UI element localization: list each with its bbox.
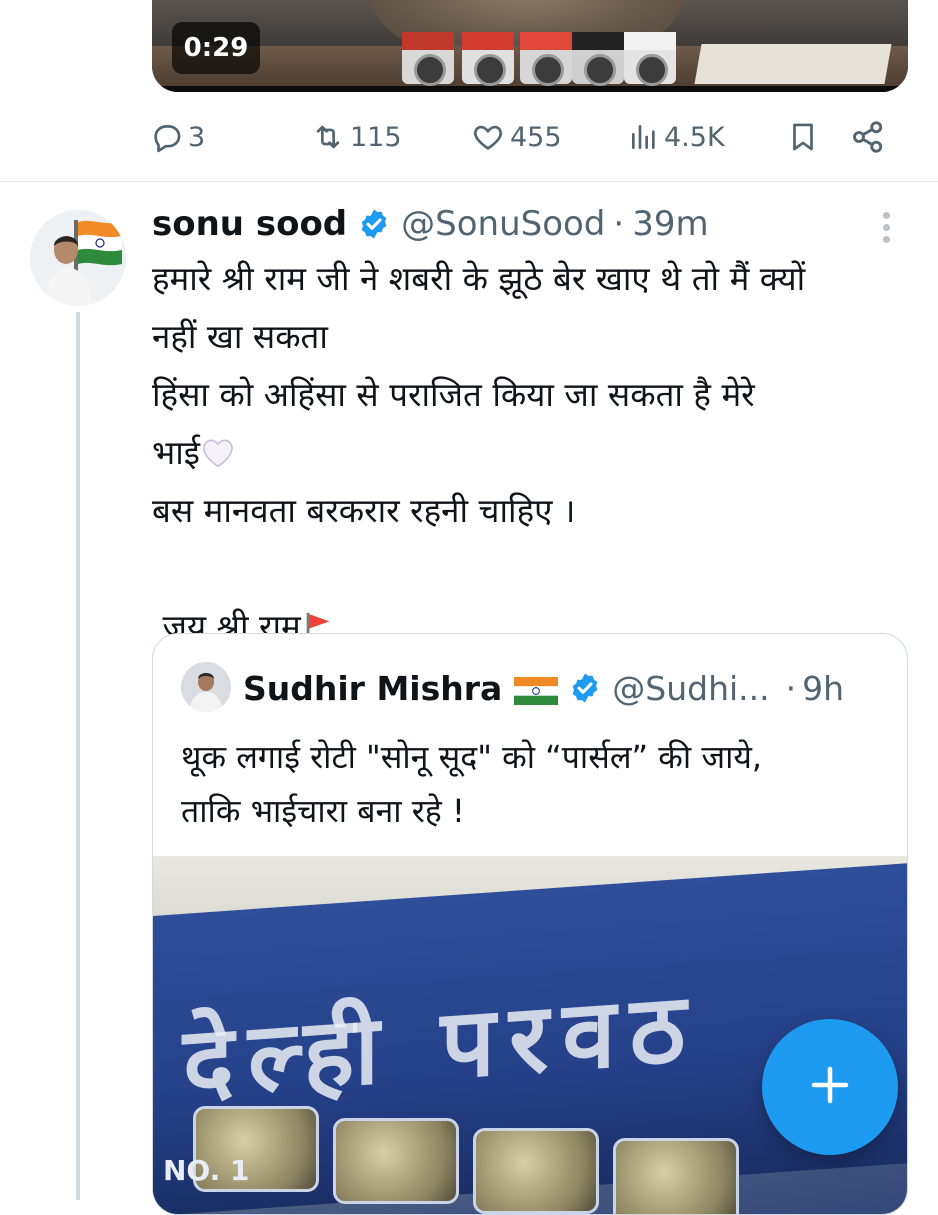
- separator-dot: ·: [785, 668, 797, 708]
- compose-button[interactable]: [762, 1019, 898, 1155]
- retweet-button[interactable]: 115: [310, 114, 402, 160]
- bookmark-icon: [786, 119, 820, 155]
- thread-line: [76, 312, 80, 1200]
- avatar[interactable]: [30, 210, 126, 306]
- microphone: [520, 32, 572, 86]
- microphone: [572, 32, 624, 86]
- media-food-picture: [333, 1118, 459, 1204]
- video-duration: 0:29: [172, 22, 260, 74]
- more-options-icon[interactable]: [872, 208, 900, 248]
- video-progress-bar[interactable]: [152, 86, 908, 92]
- heart-icon: [470, 120, 506, 154]
- quoted-line: ताकि भाईचारा बना रहे !: [181, 792, 465, 830]
- tweet-actions-bar: 3 115 455 4.5K: [150, 114, 910, 160]
- tweet-line: नहीं खा सकता: [152, 317, 328, 356]
- retweet-icon: [310, 120, 346, 154]
- tweet-header: sonu sood @SonuSood · 39m: [152, 198, 709, 250]
- retweet-count: 115: [350, 121, 402, 153]
- quoted-avatar[interactable]: [181, 662, 231, 712]
- views-count: 4.5K: [664, 121, 725, 153]
- quoted-timestamp: 9h: [802, 668, 845, 708]
- views-button[interactable]: 4.5K: [628, 114, 725, 160]
- quoted-header: Sudhir Mishra @Sudhi... · 9h: [243, 662, 844, 714]
- quoted-line: थूक लगाई रोटी "सोनू सूद" को “पार्सल” की …: [181, 738, 763, 776]
- bookmark-button[interactable]: [786, 114, 820, 160]
- quoted-author-name[interactable]: Sudhir Mishra: [243, 669, 502, 708]
- share-button[interactable]: [850, 114, 886, 160]
- avatar-image: [30, 210, 126, 306]
- like-button[interactable]: 455: [470, 114, 562, 160]
- tweet-line: हमारे श्री राम जी ने शबरी के झूठे बेर खा…: [152, 259, 806, 298]
- views-icon: [628, 120, 660, 154]
- tweet-line-with-emoji: भाई: [152, 424, 892, 482]
- separator-dot: ·: [613, 204, 625, 244]
- india-flag-icon: [514, 674, 559, 705]
- tweet-divider: [0, 181, 938, 182]
- quoted-text: थूक लगाई रोटी "सोनू सूद" को “पार्सल” की …: [181, 730, 901, 838]
- reply-icon: [150, 120, 184, 154]
- media-food-picture: [613, 1138, 739, 1214]
- tweet-timestamp[interactable]: 39m: [632, 204, 708, 244]
- video-player[interactable]: [152, 0, 908, 92]
- media-food-picture: [473, 1128, 599, 1214]
- plus-icon: [808, 1063, 852, 1111]
- tweet-line: हिंसा को अहिंसा से पराजित किया जा सकता ह…: [152, 375, 755, 414]
- author-name[interactable]: sonu sood: [152, 204, 347, 244]
- quoted-avatar-image: [181, 662, 231, 712]
- author-handle[interactable]: @SonuSood: [401, 204, 605, 244]
- tweet-line: भाई: [152, 433, 200, 472]
- quoted-author-handle[interactable]: @Sudhi...: [612, 669, 769, 708]
- like-count: 455: [510, 121, 562, 153]
- tweet-line: बस मानवता बरकरार रहनी चाहिए ।: [152, 491, 576, 530]
- microphone: [402, 32, 454, 86]
- white-heart-icon: [202, 428, 234, 468]
- video-paper: [694, 44, 892, 84]
- tweet-text: हमारे श्री राम जी ने शबरी के झूठे बेर खा…: [152, 250, 892, 656]
- reply-count: 3: [188, 121, 206, 153]
- verified-badge-icon: [568, 671, 602, 705]
- reply-button[interactable]: 3: [150, 114, 205, 160]
- share-icon: [850, 119, 886, 155]
- microphone: [462, 32, 514, 86]
- microphone: [624, 32, 676, 86]
- media-label: NO. 1: [163, 1154, 250, 1187]
- verified-badge-icon: [357, 207, 391, 241]
